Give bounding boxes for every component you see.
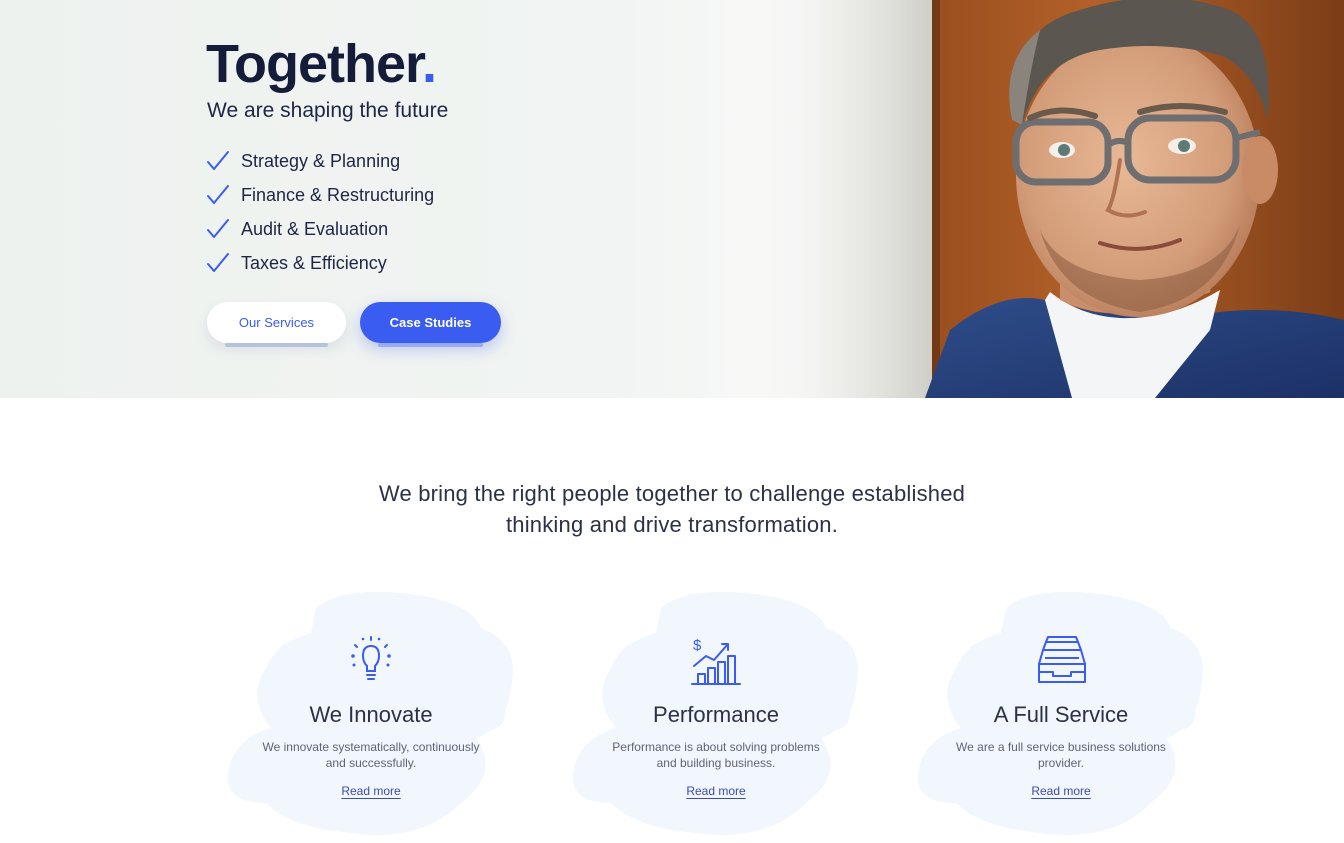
feature-title: A Full Service (993, 702, 1129, 727)
read-more-link[interactable]: Read more (1031, 784, 1090, 798)
hero-portrait-image (700, 0, 1344, 398)
read-more-link[interactable]: Read more (341, 784, 400, 798)
feature-title: We Innovate (309, 702, 433, 727)
checklist-item: Strategy & Planning (206, 144, 434, 178)
feature-description: We are a full service business solutions… (956, 740, 1166, 770)
checklist-label: Taxes & Efficiency (241, 252, 387, 273)
feature-title: Performance (653, 702, 779, 727)
feature-description: Performance is about solving problems an… (612, 740, 820, 770)
feature-card-innovate: We Innovate We innovate systematically, … (221, 588, 521, 843)
service-checklist: Strategy & Planning Finance & Restructur… (206, 144, 434, 280)
checklist-label: Finance & Restructuring (241, 184, 435, 205)
case-studies-button[interactable]: Case Studies (360, 302, 501, 347)
checkmark-icon (207, 219, 229, 238)
checkmark-icon (207, 151, 229, 170)
checklist-item: Taxes & Efficiency (206, 246, 434, 280)
our-services-button[interactable]: Our Services (207, 302, 346, 347)
hero-subtitle: We are shaping the future (207, 99, 449, 122)
intro-line-1: We bring the right people together to ch… (378, 481, 966, 506)
feature-card-performance: $ Performance Performance is about solvi… (566, 588, 866, 843)
checkmark-icon (207, 253, 229, 272)
feature-description: We innovate systematically, continuously… (262, 740, 480, 770)
checklist-item: Finance & Restructuring (206, 178, 434, 212)
inbox-tray-icon (1038, 636, 1086, 683)
hero-section: Together. We are shaping the future Stra… (0, 0, 1344, 398)
checklist-label: Strategy & Planning (241, 150, 401, 171)
checkmark-icon (207, 185, 229, 204)
feature-card-full-service: A Full Service We are a full service bus… (911, 588, 1211, 843)
read-more-link[interactable]: Read more (686, 784, 745, 798)
lightbulb-icon (351, 636, 391, 680)
svg-text:$: $ (693, 637, 702, 654)
intro-line-2: thinking and drive transformation. (505, 512, 839, 537)
hero-title: Together. (206, 34, 437, 94)
checklist-label: Audit & Evaluation (241, 218, 389, 239)
intro-statement: We bring the right people together to ch… (0, 478, 1344, 540)
checklist-item: Audit & Evaluation (206, 212, 434, 246)
title-accent-dot: . (422, 34, 437, 94)
growth-chart-icon: $ (691, 637, 741, 685)
